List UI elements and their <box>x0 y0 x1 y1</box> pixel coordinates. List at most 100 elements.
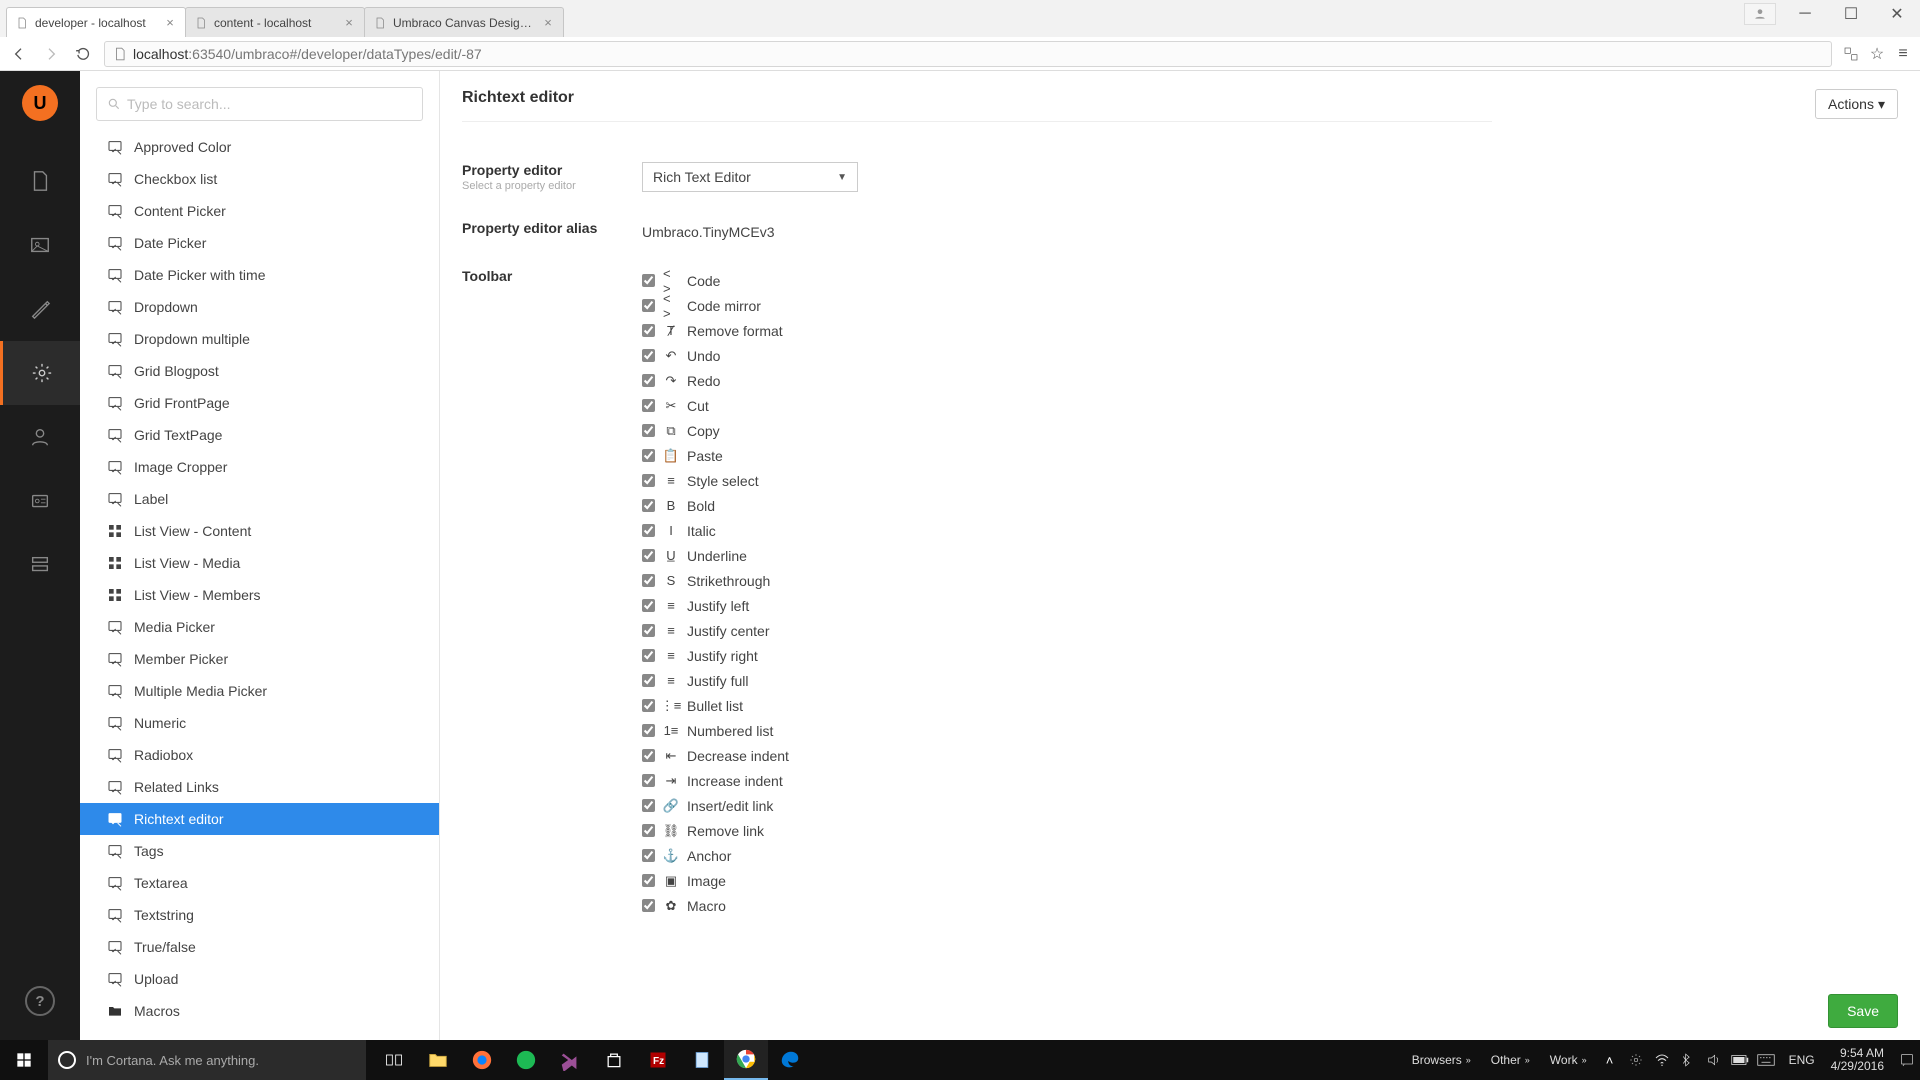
toolbar-option[interactable]: ⋮≡ Bullet list <box>642 693 1898 718</box>
toolbar-checkbox[interactable] <box>642 599 655 612</box>
toolbar-checkbox[interactable] <box>642 399 655 412</box>
toolbar-option[interactable]: ✂ Cut <box>642 393 1898 418</box>
toolbar-option[interactable]: ⛓ Remove link <box>642 818 1898 843</box>
toolbar-option[interactable]: 1≡ Numbered list <box>642 718 1898 743</box>
toolbar-option[interactable]: B Bold <box>642 493 1898 518</box>
toolbar-option[interactable]: ≡ Style select <box>642 468 1898 493</box>
toolbar-option[interactable]: ⇥ Increase indent <box>642 768 1898 793</box>
tree-item[interactable]: Grid FrontPage <box>80 387 439 419</box>
tray-settings-icon[interactable] <box>1623 1040 1649 1080</box>
toolbar-checkbox[interactable] <box>642 324 655 337</box>
tab-close-icon[interactable]: × <box>342 16 356 30</box>
store-icon[interactable] <box>592 1040 636 1080</box>
toolbar-option[interactable]: ≡ Justify full <box>642 668 1898 693</box>
tray-keyboard-icon[interactable] <box>1753 1040 1779 1080</box>
toolbar-option[interactable]: ⚓ Anchor <box>642 843 1898 868</box>
tree-item[interactable]: Related Links <box>80 771 439 803</box>
toolbar-checkbox[interactable] <box>642 474 655 487</box>
toolbar-checkbox[interactable] <box>642 724 655 737</box>
tree-item[interactable]: Tags <box>80 835 439 867</box>
toolbar-checkbox[interactable] <box>642 349 655 362</box>
toolbar-option[interactable]: ✿ Macro <box>642 893 1898 918</box>
toolbar-checkbox[interactable] <box>642 874 655 887</box>
toolbar-option[interactable]: ▣ Image <box>642 868 1898 893</box>
actions-button[interactable]: Actions ▾ <box>1815 89 1898 119</box>
toolbar-checkbox[interactable] <box>642 449 655 462</box>
toolbar-checkbox[interactable] <box>642 549 655 562</box>
toolbar-option[interactable]: 🔗 Insert/edit link <box>642 793 1898 818</box>
tray-bluetooth-icon[interactable] <box>1675 1040 1701 1080</box>
tree-item[interactable]: True/false <box>80 931 439 963</box>
toolbar-checkbox[interactable] <box>642 849 655 862</box>
start-button[interactable] <box>0 1040 48 1080</box>
task-view-icon[interactable] <box>372 1040 416 1080</box>
tree-item[interactable]: Radiobox <box>80 739 439 771</box>
toolbar-checkbox[interactable] <box>642 699 655 712</box>
browser-tab[interactable]: Umbraco Canvas Designer × <box>364 7 564 37</box>
toolbar-checkbox[interactable] <box>642 299 655 312</box>
browser-forward-button[interactable] <box>40 43 62 65</box>
toolbar-checkbox[interactable] <box>642 774 655 787</box>
toolbar-option[interactable]: Ⱦ Remove format <box>642 318 1898 343</box>
chrome-menu-icon[interactable]: ≡ <box>1894 45 1912 63</box>
tray-group-other[interactable]: Other» <box>1481 1053 1540 1067</box>
bookmark-star-icon[interactable]: ☆ <box>1868 45 1886 63</box>
toolbar-checkbox[interactable] <box>642 649 655 662</box>
firefox-icon[interactable] <box>460 1040 504 1080</box>
toolbar-option[interactable]: ⧉ Copy <box>642 418 1898 443</box>
tray-volume-icon[interactable] <box>1701 1040 1727 1080</box>
toolbar-option[interactable]: < > Code mirror <box>642 293 1898 318</box>
window-maximize-button[interactable]: ☐ <box>1828 0 1874 28</box>
tab-close-icon[interactable]: × <box>163 16 177 30</box>
toolbar-option[interactable]: I Italic <box>642 518 1898 543</box>
tree-item[interactable]: Multiple Media Picker <box>80 675 439 707</box>
tray-language[interactable]: ENG <box>1779 1053 1825 1067</box>
browser-tab[interactable]: content - localhost × <box>185 7 365 37</box>
rail-forms-icon[interactable] <box>0 533 80 597</box>
chrome-profile-button[interactable] <box>1744 3 1776 25</box>
tray-wifi-icon[interactable] <box>1649 1040 1675 1080</box>
window-minimize-button[interactable]: ─ <box>1782 0 1828 28</box>
tree-item[interactable]: Dropdown <box>80 291 439 323</box>
toolbar-option[interactable]: ≡ Justify left <box>642 593 1898 618</box>
toolbar-option[interactable]: U̲ Underline <box>642 543 1898 568</box>
tree-item[interactable]: Image Cropper <box>80 451 439 483</box>
rail-settings-icon[interactable] <box>0 277 80 341</box>
tree-item[interactable]: Date Picker <box>80 227 439 259</box>
toolbar-checkbox[interactable] <box>642 424 655 437</box>
tree-item[interactable]: Dropdown multiple <box>80 323 439 355</box>
tree-item[interactable]: Member Picker <box>80 643 439 675</box>
tree-list[interactable]: Approved Color Checkbox list Content Pic… <box>80 131 439 1040</box>
tree-item[interactable]: Textarea <box>80 867 439 899</box>
toolbar-option[interactable]: ↶ Undo <box>642 343 1898 368</box>
toolbar-option[interactable]: < > Code <box>642 268 1898 293</box>
tree-item[interactable]: Media Picker <box>80 611 439 643</box>
toolbar-option[interactable]: 📋 Paste <box>642 443 1898 468</box>
tree-item[interactable]: Richtext editor <box>80 803 439 835</box>
toolbar-checkbox[interactable] <box>642 574 655 587</box>
toolbar-checkbox[interactable] <box>642 899 655 912</box>
toolbar-option[interactable]: S Strikethrough <box>642 568 1898 593</box>
property-editor-select[interactable]: Rich Text Editor ▼ <box>642 162 858 192</box>
save-button[interactable]: Save <box>1828 994 1898 1028</box>
tray-clock[interactable]: 9:54 AM 4/29/2016 <box>1825 1047 1894 1073</box>
toolbar-checkbox[interactable] <box>642 799 655 812</box>
toolbar-option[interactable]: ⇤ Decrease indent <box>642 743 1898 768</box>
browser-tab[interactable]: developer - localhost × <box>6 7 186 37</box>
tree-item[interactable]: Numeric <box>80 707 439 739</box>
toolbar-option[interactable]: ≡ Justify right <box>642 643 1898 668</box>
toolbar-checkbox[interactable] <box>642 674 655 687</box>
tree-item[interactable]: Textstring <box>80 899 439 931</box>
tree-item[interactable]: List View - Media <box>80 547 439 579</box>
rail-users-icon[interactable] <box>0 405 80 469</box>
cortana-search[interactable]: I'm Cortana. Ask me anything. <box>48 1040 366 1080</box>
tray-notifications-icon[interactable] <box>1894 1040 1920 1080</box>
tree-item[interactable]: Macros <box>80 995 439 1027</box>
search-input[interactable]: Type to search... <box>96 87 423 121</box>
notepad-icon[interactable] <box>680 1040 724 1080</box>
edge-icon[interactable] <box>768 1040 812 1080</box>
tray-group-work[interactable]: Work» <box>1540 1053 1597 1067</box>
rail-help-icon[interactable]: ? <box>25 986 55 1016</box>
toolbar-checkbox[interactable] <box>642 749 655 762</box>
tree-item[interactable]: Content Picker <box>80 195 439 227</box>
